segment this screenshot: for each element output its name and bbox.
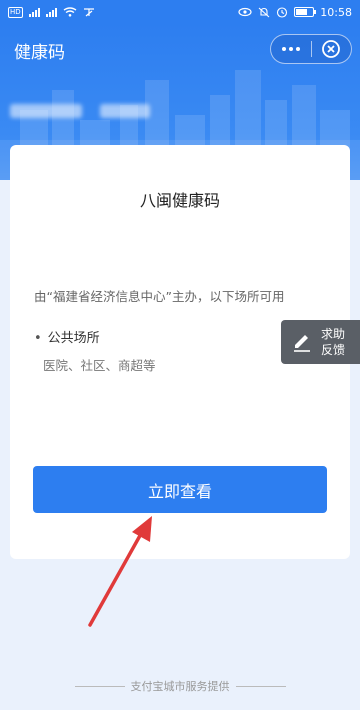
blurred-user-id bbox=[100, 104, 150, 118]
eye-icon bbox=[238, 7, 252, 17]
hd-icon: HD bbox=[8, 6, 23, 18]
signal-icon-2 bbox=[45, 7, 57, 17]
bell-muted-icon bbox=[258, 7, 270, 17]
footer-line-left bbox=[74, 685, 125, 687]
feedback-label: 求助 反馈 bbox=[321, 326, 345, 358]
status-left-icons: HD bbox=[8, 6, 95, 18]
feedback-label-line2: 反馈 bbox=[321, 343, 346, 357]
card-description: 由“福建省经济信息中心”主办，以下场所可用 bbox=[34, 289, 285, 304]
view-now-button[interactable]: 立即查看 bbox=[33, 466, 327, 513]
status-time: 10:58 bbox=[320, 5, 352, 19]
signal-icon bbox=[28, 7, 40, 17]
edit-pencil-icon bbox=[294, 335, 310, 352]
miniapp-capsule bbox=[270, 34, 352, 64]
close-miniapp-button[interactable] bbox=[312, 35, 351, 63]
feedback-label-line1: 求助 bbox=[321, 327, 346, 341]
wifi-icon bbox=[63, 7, 77, 17]
battery-icon bbox=[294, 7, 317, 17]
card-title: 八闽健康码 bbox=[139, 191, 220, 210]
footer-text: 支付宝城市服务提供 bbox=[130, 680, 230, 693]
app-title: 健康码 bbox=[14, 43, 65, 63]
venue-label: 公共场所 bbox=[34, 327, 100, 346]
blurred-user-name bbox=[10, 104, 82, 118]
red-arrow-annotation bbox=[88, 516, 152, 627]
help-feedback-button[interactable]: 求助 反馈 bbox=[281, 320, 360, 364]
footer-line-right bbox=[235, 685, 286, 687]
status-right-icons: 10:58 bbox=[238, 6, 352, 19]
venue-examples: 医院、社区、商超等 bbox=[43, 358, 156, 373]
sim-icon bbox=[83, 8, 94, 17]
alarm-icon bbox=[277, 7, 288, 18]
more-options-button[interactable] bbox=[271, 35, 311, 63]
footer: 支付宝城市服务提供 bbox=[0, 678, 360, 694]
status-bar: HD 10:58 bbox=[0, 0, 360, 24]
close-circle-icon bbox=[322, 40, 341, 58]
